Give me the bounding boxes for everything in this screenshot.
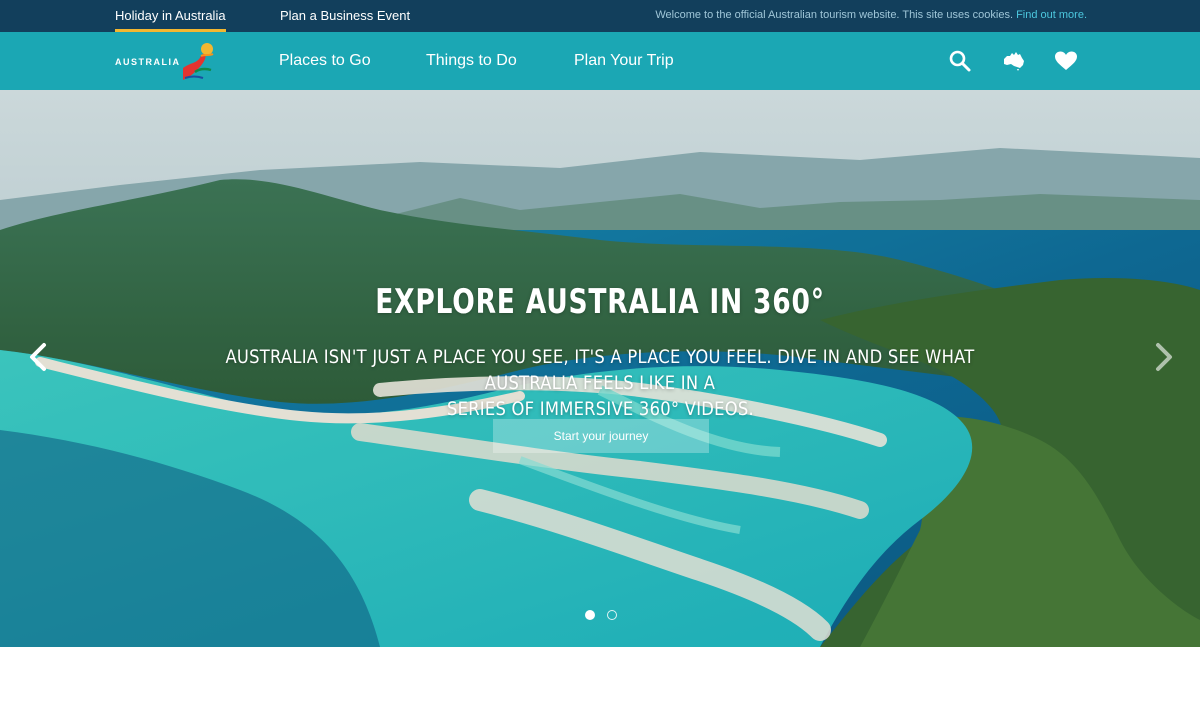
hero-carousel: EXPLORE AUSTRALIA IN 360° AUSTRALIA ISN'… xyxy=(0,90,1200,647)
australia-map-icon[interactable] xyxy=(1002,49,1026,73)
hero-subtitle-line-1: AUSTRALIA ISN'T JUST A PLACE YOU SEE, IT… xyxy=(225,346,975,394)
cookie-find-out-more-link[interactable]: Find out more. xyxy=(1016,9,1087,21)
carousel-next-arrow-icon[interactable] xyxy=(1152,342,1176,372)
logo-wordmark: AUSTRALIA xyxy=(115,57,181,67)
nav-places-to-go[interactable]: Places to Go xyxy=(279,32,371,90)
search-icon[interactable] xyxy=(948,49,972,73)
cookie-notice-text: Welcome to the official Australian touri… xyxy=(655,9,1014,21)
hero-title: EXPLORE AUSTRALIA IN 360° xyxy=(375,282,825,322)
start-your-journey-button[interactable]: Start your journey xyxy=(493,419,709,453)
carousel-dot-2[interactable] xyxy=(607,610,617,620)
tab-plan-a-business-event[interactable]: Plan a Business Event xyxy=(280,0,410,32)
kangaroo-logo-icon xyxy=(183,43,214,80)
hero-subtitle: AUSTRALIA ISN'T JUST A PLACE YOU SEE, IT… xyxy=(108,344,1092,422)
main-nav: AUSTRALIA Places to Go Things to Do Plan… xyxy=(0,32,1200,90)
heart-icon[interactable] xyxy=(1054,49,1078,73)
carousel-prev-arrow-icon[interactable] xyxy=(26,342,50,372)
utility-bar: Holiday in Australia Plan a Business Eve… xyxy=(0,0,1200,32)
australia-logo[interactable]: AUSTRALIA xyxy=(115,42,225,82)
nav-things-to-do[interactable]: Things to Do xyxy=(426,32,517,90)
cookie-notice: Welcome to the official Australian touri… xyxy=(655,0,1087,31)
carousel-dot-1[interactable] xyxy=(585,610,595,620)
nav-plan-your-trip[interactable]: Plan Your Trip xyxy=(574,32,674,90)
tab-holiday-in-australia[interactable]: Holiday in Australia xyxy=(115,0,226,32)
